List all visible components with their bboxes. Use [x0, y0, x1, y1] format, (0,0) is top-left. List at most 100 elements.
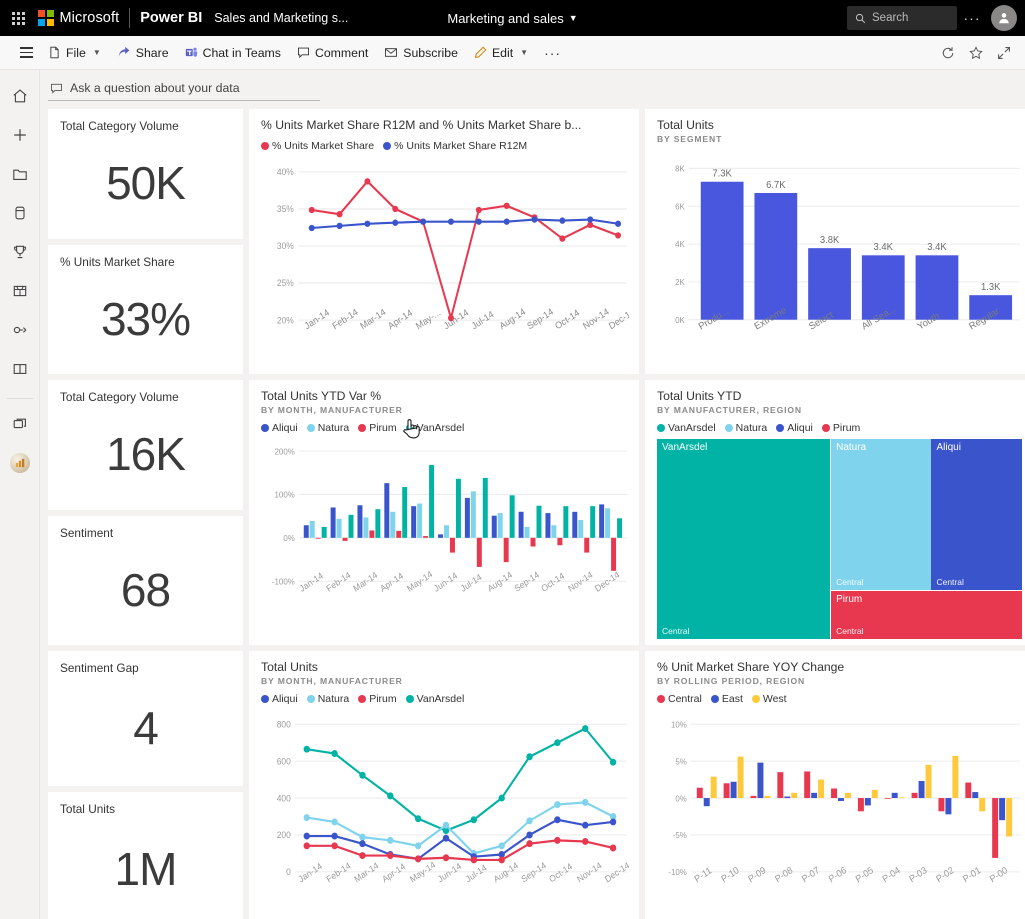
sidebar-item-home[interactable]: [4, 80, 36, 112]
svg-text:0K: 0K: [675, 316, 685, 325]
legend-item-central[interactable]: Central: [657, 693, 702, 705]
chart-tile-market-share-line[interactable]: % Units Market Share R12M and % Units Ma…: [249, 109, 639, 374]
avatar[interactable]: [991, 5, 1017, 31]
report-name[interactable]: Sales and Marketing s...: [214, 11, 348, 25]
kpi-card-total-units[interactable]: Total Units 1M: [48, 792, 243, 919]
chevron-down-icon[interactable]: ▼: [569, 13, 578, 23]
file-label: File: [66, 46, 86, 60]
kpi-card-sentiment-gap[interactable]: Sentiment Gap 4: [48, 651, 243, 786]
chevron-down-icon[interactable]: ▼: [520, 48, 528, 57]
legend-item-natura[interactable]: Natura: [307, 422, 350, 434]
sidebar-item-deployment-pipelines[interactable]: [4, 314, 36, 346]
svg-text:600: 600: [277, 756, 291, 766]
folder-icon: [12, 166, 28, 182]
edit-button[interactable]: Edit ▼: [466, 39, 536, 67]
workspace-name[interactable]: Marketing and sales: [447, 11, 563, 26]
legend-swatch: [725, 424, 733, 432]
person-icon: [997, 11, 1011, 25]
favorite-star-icon[interactable]: [969, 46, 983, 60]
refresh-icon[interactable]: [941, 46, 955, 60]
legend-item-east[interactable]: East: [711, 693, 743, 705]
svg-text:4K: 4K: [675, 240, 685, 249]
microsoft-logo[interactable]: Microsoft: [38, 10, 119, 26]
sidebar-item-goals[interactable]: [4, 236, 36, 268]
kpi-value: 68: [60, 540, 231, 639]
svg-text:Dec-14: Dec-14: [607, 307, 629, 332]
chart-tile-market-share-yoy[interactable]: % Unit Market Share YOY Change BY ROLLIN…: [645, 651, 1025, 919]
file-menu-button[interactable]: File ▼: [40, 39, 109, 67]
svg-text:Jan-14: Jan-14: [303, 307, 331, 331]
kpi-card-total-category-volume-16k[interactable]: Total Category Volume 16K: [48, 380, 243, 510]
svg-text:P-09: P-09: [746, 865, 767, 885]
legend-item[interactable]: % Units Market Share R12M: [383, 140, 527, 152]
search-input[interactable]: Search: [847, 6, 957, 30]
treemap-node-natura[interactable]: Natura Central: [831, 439, 931, 590]
svg-text:Oct-14: Oct-14: [547, 861, 574, 885]
workspace-badge-icon: [10, 453, 30, 473]
legend-item-pirum[interactable]: Pirum: [358, 693, 396, 705]
treemap-node-aliqui[interactable]: Aliqui Central: [931, 439, 1022, 590]
powerbi-wordmark[interactable]: Power BI: [140, 10, 202, 26]
treemap-node-vanarsdel[interactable]: VanArsdel Central: [657, 439, 830, 639]
sidebar-item-learn[interactable]: [4, 353, 36, 385]
legend-item-natura[interactable]: Natura: [725, 422, 768, 434]
qna-placeholder-text: Ask a question about your data: [70, 81, 240, 95]
chart-title: % Units Market Share R12M and % Units Ma…: [261, 118, 629, 133]
top-bar-more-button[interactable]: ···: [957, 10, 987, 26]
microsoft-wordmark: Microsoft: [60, 10, 120, 26]
legend-item-aliqui[interactable]: Aliqui: [261, 422, 298, 434]
sidebar-item-onelake[interactable]: [4, 197, 36, 229]
legend-item-pirum[interactable]: Pirum: [358, 422, 396, 434]
svg-text:P-11: P-11: [693, 865, 714, 884]
kpi-card-total-category-volume-50k[interactable]: Total Category Volume 50K: [48, 109, 243, 239]
legend-swatch: [657, 695, 665, 703]
command-bar-more-button[interactable]: ···: [536, 45, 569, 61]
subscribe-button[interactable]: Subscribe: [376, 39, 466, 67]
qna-input[interactable]: Ask a question about your data: [48, 78, 320, 101]
legend-item-natura[interactable]: Natura: [307, 693, 350, 705]
legend-item-vanarsdel[interactable]: VanArsdel: [406, 693, 465, 705]
kpi-card-sentiment[interactable]: Sentiment 68: [48, 516, 243, 645]
legend-item-vanarsdel[interactable]: VanArsdel: [406, 422, 465, 434]
svg-text:40%: 40%: [277, 167, 294, 177]
svg-text:Apr-14: Apr-14: [378, 571, 405, 595]
fullscreen-icon[interactable]: [997, 46, 1011, 60]
nav-toggle-button[interactable]: [10, 47, 40, 57]
sidebar-item-create[interactable]: [4, 119, 36, 151]
chevron-down-icon[interactable]: ▼: [93, 48, 101, 57]
sidebar-item-current-workspace[interactable]: [4, 447, 36, 479]
sidebar-item-browse[interactable]: [4, 158, 36, 190]
legend-item-vanarsdel[interactable]: VanArsdel: [657, 422, 716, 434]
legend-swatch: [406, 424, 414, 432]
chart-tile-total-units-ytd-treemap[interactable]: Total Units YTD BY MANUFACTURER, REGION …: [645, 380, 1025, 645]
share-button[interactable]: Share: [109, 39, 177, 67]
treemap-node-pirum[interactable]: Pirum Central: [831, 591, 1022, 639]
chart-tile-total-units-ytd-var[interactable]: Total Units YTD Var % BY MONTH, MANUFACT…: [249, 380, 639, 645]
svg-text:2K: 2K: [675, 278, 685, 287]
legend-item-aliqui[interactable]: Aliqui: [261, 693, 298, 705]
kpi-card-units-market-share[interactable]: % Units Market Share 33%: [48, 245, 243, 374]
qna-bubble-icon: [50, 82, 63, 95]
chat-in-teams-button[interactable]: Chat in Teams: [177, 39, 289, 67]
chart-tile-total-units-by-segment[interactable]: Total Units BY SEGMENT 8K6K4K: [645, 109, 1025, 374]
kpi-value: 16K: [60, 404, 231, 504]
chart-tile-total-units-by-month[interactable]: Total Units BY MONTH, MANUFACTURER Aliqu…: [249, 651, 639, 919]
legend-label: % Units Market Share: [272, 140, 374, 152]
sidebar-item-apps[interactable]: [4, 275, 36, 307]
legend-item-aliqui[interactable]: Aliqui: [776, 422, 813, 434]
app-launcher-icon[interactable]: [0, 0, 36, 36]
sidebar-item-workspaces[interactable]: [4, 408, 36, 440]
tile-grid: Total Category Volume 50K % Units Market…: [48, 109, 1015, 919]
comment-button[interactable]: Comment: [289, 39, 376, 67]
apps-grid-icon: [12, 283, 28, 299]
chart-subtitle: BY SEGMENT: [657, 134, 1022, 144]
legend-item-pirum[interactable]: Pirum: [822, 422, 860, 434]
svg-text:-10%: -10%: [668, 867, 687, 877]
legend-label: VanArsdel: [417, 422, 465, 434]
legend-item[interactable]: % Units Market Share: [261, 140, 374, 152]
treemap-node-label: Natura: [836, 442, 866, 453]
legend-swatch: [752, 695, 760, 703]
chart-subtitle: BY MONTH, MANUFACTURER: [261, 676, 629, 686]
teams-icon: [185, 46, 198, 59]
legend-item-west[interactable]: West: [752, 693, 787, 705]
